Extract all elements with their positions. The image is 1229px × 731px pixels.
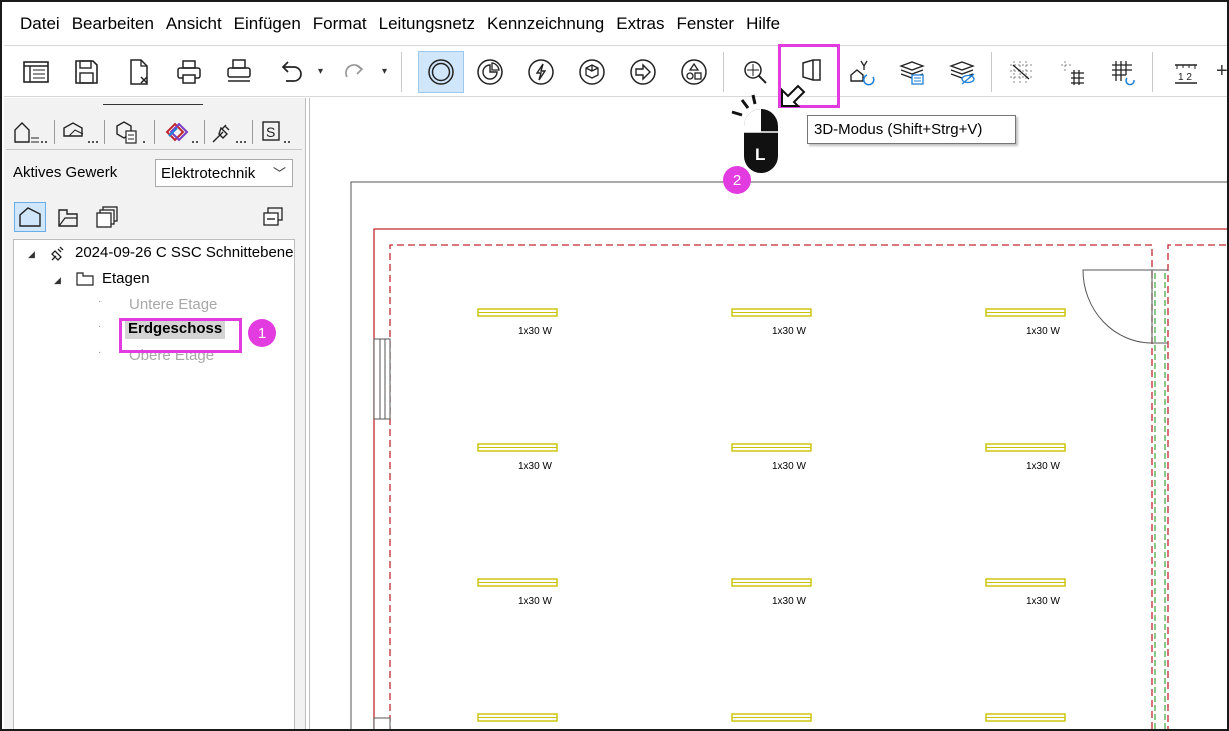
document-list-icon[interactable] [14, 51, 58, 93]
active-trade-value: Elektrotechnik [161, 164, 256, 182]
menu-einfuegen[interactable]: Einfügen [228, 14, 307, 34]
layers-hide-icon[interactable] [940, 51, 984, 93]
ruler-icon[interactable]: 1 2 [1164, 51, 1208, 93]
left-panel: S Aktives Gewerk Elektrotechnik ﹀ ◢ 2024… [4, 98, 306, 729]
tab-floors[interactable] [56, 116, 105, 148]
shapes-icon[interactable] [672, 51, 716, 93]
lamps-group [477, 308, 1066, 722]
lamp-label: 1x30 W [772, 461, 806, 472]
tab-networks[interactable] [156, 116, 205, 148]
tree-floor-lower[interactable]: Untere Etage [129, 296, 217, 313]
toolbar-separator [401, 52, 402, 92]
menu-bearbeiten[interactable]: Bearbeiten [66, 14, 160, 34]
tab-objects[interactable] [106, 116, 155, 148]
symbol-swap-icon[interactable] [840, 51, 884, 93]
lamp-label: 1x30 W [772, 596, 806, 607]
cube-icon[interactable] [570, 51, 614, 93]
expand-arrow-icon[interactable]: ◢ [28, 249, 35, 260]
menu-fenster[interactable]: Fenster [670, 14, 740, 34]
lamp-label: 1x30 W [518, 596, 552, 607]
plan-canvas[interactable] [309, 98, 1227, 729]
menu-leitungsnetz[interactable]: Leitungsnetz [373, 14, 481, 34]
print-icon[interactable] [167, 51, 211, 93]
undo-dropdown-icon[interactable]: ▾ [318, 66, 323, 77]
panel-indicator [103, 104, 203, 105]
menu-bar: Datei Bearbeiten Ansicht Einfügen Format… [4, 4, 1227, 44]
panel-tabs: S [6, 114, 302, 150]
highlight-erdgeschoss [119, 318, 242, 353]
lightning-icon[interactable] [519, 51, 563, 93]
menu-format[interactable]: Format [307, 14, 373, 34]
toolbar-separator [1152, 52, 1153, 92]
lamp-label: 1x30 W [1026, 461, 1060, 472]
menu-extras[interactable]: Extras [610, 14, 670, 34]
menu-ansicht[interactable]: Ansicht [160, 14, 228, 34]
undo-icon[interactable] [269, 51, 313, 93]
lamp-label: 1x30 W [518, 326, 552, 337]
toolbar-separator [723, 52, 724, 92]
tooltip-3d-mode: 3D-Modus (Shift+Strg+V) [807, 115, 1016, 144]
lamp-label: 1x30 W [518, 461, 552, 472]
building-view-button[interactable] [14, 202, 46, 232]
grid-snap-icon[interactable] [999, 51, 1043, 93]
project-tree: ◢ 2024-09-26 C SSC Schnittebene ◢ Etagen… [13, 239, 295, 729]
grid-move-icon[interactable] [1050, 51, 1094, 93]
tab-symbols[interactable]: S [252, 116, 300, 148]
menu-datei[interactable]: Datei [14, 14, 66, 34]
arrow-right-circle-icon[interactable] [621, 51, 665, 93]
svg-text:S: S [266, 124, 275, 140]
expand-arrow-icon[interactable]: ◢ [54, 275, 61, 286]
mouse-left-label: L [755, 145, 766, 164]
lamp-label: 1x30 W [1026, 596, 1060, 607]
redo-dropdown-icon[interactable]: ▾ [382, 66, 387, 77]
plug-icon [51, 246, 64, 261]
lamp-label: 1x30 W [772, 326, 806, 337]
active-trade-select[interactable]: Elektrotechnik ﹀ [155, 159, 293, 187]
floor-view-button[interactable] [52, 202, 84, 232]
step-badge-2: 2 [723, 166, 751, 194]
pie-segment-icon[interactable] [468, 51, 512, 93]
lamp-label: 1x30 W [1026, 326, 1060, 337]
floor-plan-drawing [350, 181, 1227, 729]
active-trade-label: Aktives Gewerk [13, 164, 118, 181]
circle-mode-icon[interactable] [418, 51, 464, 93]
tab-building[interactable] [6, 116, 55, 148]
step-badge-1: 1 [248, 319, 276, 347]
toolbar: ▾ ▾ 1 2 + [4, 45, 1227, 97]
chevron-down-icon: ﹀ [272, 166, 286, 181]
svg-text:1 2: 1 2 [1178, 72, 1192, 83]
menu-hilfe[interactable]: Hilfe [740, 14, 786, 34]
close-document-icon[interactable] [116, 51, 160, 93]
menu-kennzeichnung[interactable]: Kennzeichnung [481, 14, 610, 34]
application-window: Datei Bearbeiten Ansicht Einfügen Format… [0, 0, 1229, 731]
toolbar-separator [991, 52, 992, 92]
save-icon[interactable] [64, 51, 108, 93]
all-floors-view-button[interactable] [91, 202, 123, 232]
tree-project-node[interactable]: 2024-09-26 C SSC Schnittebene [75, 244, 293, 261]
redo-icon[interactable] [332, 51, 376, 93]
print-preview-icon[interactable] [217, 51, 261, 93]
layers-list-icon[interactable] [890, 51, 934, 93]
tree-etagen-node[interactable]: Etagen [102, 270, 150, 287]
more-tools-icon[interactable]: + [1216, 60, 1227, 83]
collapse-all-button[interactable] [257, 202, 289, 232]
grid-refresh-icon[interactable] [1101, 51, 1145, 93]
folder-icon [76, 272, 94, 286]
tab-connections[interactable] [204, 116, 253, 148]
mouse-click-icon [731, 84, 806, 173]
